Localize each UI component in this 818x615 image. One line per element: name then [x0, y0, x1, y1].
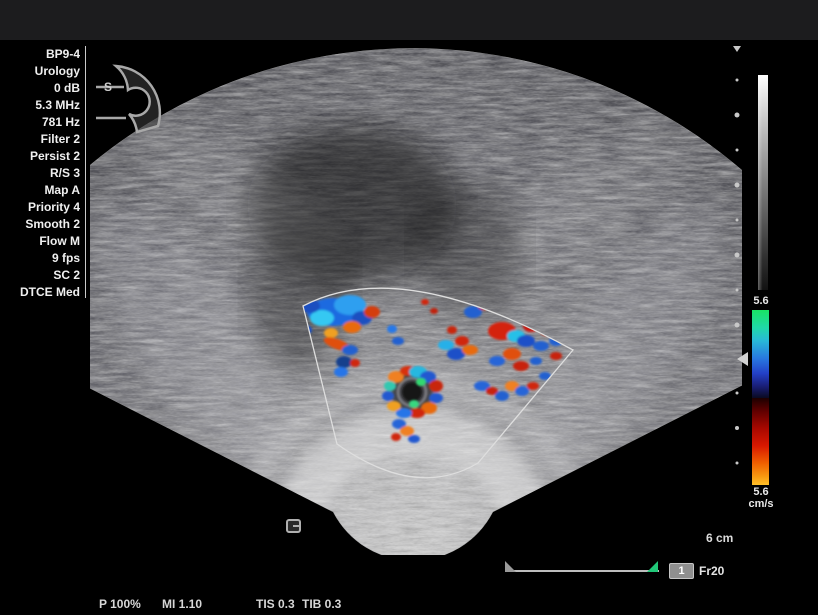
color-scale-min: 5.6 — [748, 486, 774, 498]
color-scale-max: 5.6 — [748, 295, 774, 307]
param-framerate: 9 fps — [0, 250, 80, 267]
color-scale-unit: cm/s — [744, 498, 778, 510]
cine-frame-number-box[interactable]: 1 — [669, 563, 694, 579]
param-gain: 0 dB — [0, 80, 80, 97]
param-map: Map A — [0, 182, 80, 199]
acoustic-power-label: P 100% — [99, 597, 141, 611]
param-dtce: DTCE Med — [0, 284, 80, 301]
color-doppler-bar-toward — [752, 310, 769, 398]
ultrasound-image — [0, 0, 818, 615]
grayscale-map-bar — [758, 75, 768, 290]
cine-scrubber-track[interactable] — [507, 570, 659, 572]
param-priority: Priority 4 — [0, 199, 80, 216]
param-smooth: Smooth 2 — [0, 216, 80, 233]
param-persist: Persist 2 — [0, 148, 80, 165]
param-frequency: 5.3 MHz — [0, 97, 80, 114]
param-prf: 781 Hz — [0, 114, 80, 131]
depth-label: 6 cm — [706, 531, 733, 545]
param-preset: Urology — [0, 63, 80, 80]
param-rs: R/S 3 — [0, 165, 80, 182]
param-flow: Flow M — [0, 233, 80, 250]
param-sc: SC 2 — [0, 267, 80, 284]
probe-orientation-icon — [96, 66, 160, 132]
cine-start-marker[interactable] — [505, 561, 516, 572]
frame-rate-label: Fr20 — [699, 564, 724, 578]
param-transducer: BP9-4 — [0, 46, 80, 63]
cine-position-marker[interactable] — [647, 561, 658, 572]
probe-orientation-label: S — [104, 80, 112, 94]
color-doppler-bar-away — [752, 398, 769, 485]
mechanical-index-label: MI 1.10 — [162, 597, 202, 611]
scan-fan — [0, 0, 818, 615]
tis-label: TIS 0.3 — [256, 597, 295, 611]
ultrasound-screen: BP9-4 Urology 0 dB 5.3 MHz 781 Hz Filter… — [0, 0, 818, 615]
param-filter: Filter 2 — [0, 131, 80, 148]
imaging-parameter-list: BP9-4 Urology 0 dB 5.3 MHz 781 Hz Filter… — [0, 46, 80, 301]
probe-mark-icon — [287, 520, 300, 532]
parameter-separator-line — [85, 46, 86, 298]
tib-label: TIB 0.3 — [302, 597, 341, 611]
